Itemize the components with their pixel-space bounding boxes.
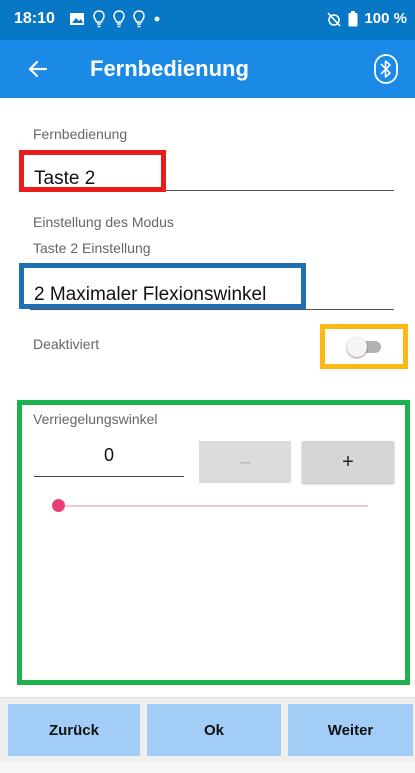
nav-bar-strip — [0, 762, 415, 773]
lightbulb-icon — [113, 10, 125, 28]
alarm-off-icon — [326, 11, 342, 27]
next-button[interactable]: Weiter — [288, 704, 413, 756]
highlight-box-blue — [19, 263, 306, 309]
key-setting-label: Taste 2 Einstellung — [33, 240, 151, 256]
lightbulb-icon — [93, 10, 105, 28]
dot-icon — [153, 15, 161, 23]
ok-button[interactable]: Ok — [147, 704, 281, 756]
lock-angle-input[interactable]: 0 — [34, 435, 184, 477]
status-time: 18:10 — [14, 10, 55, 27]
back-button[interactable] — [22, 54, 52, 84]
increment-button[interactable]: + — [302, 441, 394, 483]
status-bar: 18:10 100 % — [0, 0, 415, 40]
lightbulb-icon — [133, 10, 145, 28]
status-icons — [69, 10, 169, 28]
highlight-box-yellow — [320, 324, 408, 369]
arrow-left-icon — [28, 60, 47, 78]
status-left: 18:10 — [14, 10, 169, 28]
key-setting-underline — [30, 309, 394, 310]
page-title: Fernbedienung — [90, 56, 249, 81]
lock-angle-label: Verriegelungswinkel — [33, 411, 158, 427]
mode-label: Einstellung des Modus — [33, 214, 174, 230]
app-bar: Fernbedienung — [0, 40, 415, 98]
bottom-nav: Zurück Ok Weiter — [0, 698, 415, 773]
bluetooth-icon — [374, 54, 398, 84]
status-right: 100 % — [320, 10, 407, 27]
bluetooth-button[interactable] — [373, 54, 399, 84]
battery-percent: 100 % — [364, 10, 407, 27]
toggle-label: Deaktiviert — [33, 336, 100, 352]
settings-form: Fernbedienung Taste 2 Einstellung des Mo… — [0, 98, 415, 698]
decrement-button[interactable]: – — [199, 441, 291, 483]
image-icon — [69, 12, 85, 26]
lock-angle-slider-thumb[interactable] — [51, 499, 65, 512]
remote-label: Fernbedienung — [33, 126, 128, 142]
back-nav-button[interactable]: Zurück — [8, 704, 140, 756]
highlight-box-red — [19, 150, 166, 192]
lock-angle-slider-track[interactable] — [58, 505, 368, 507]
battery-icon — [348, 10, 358, 27]
